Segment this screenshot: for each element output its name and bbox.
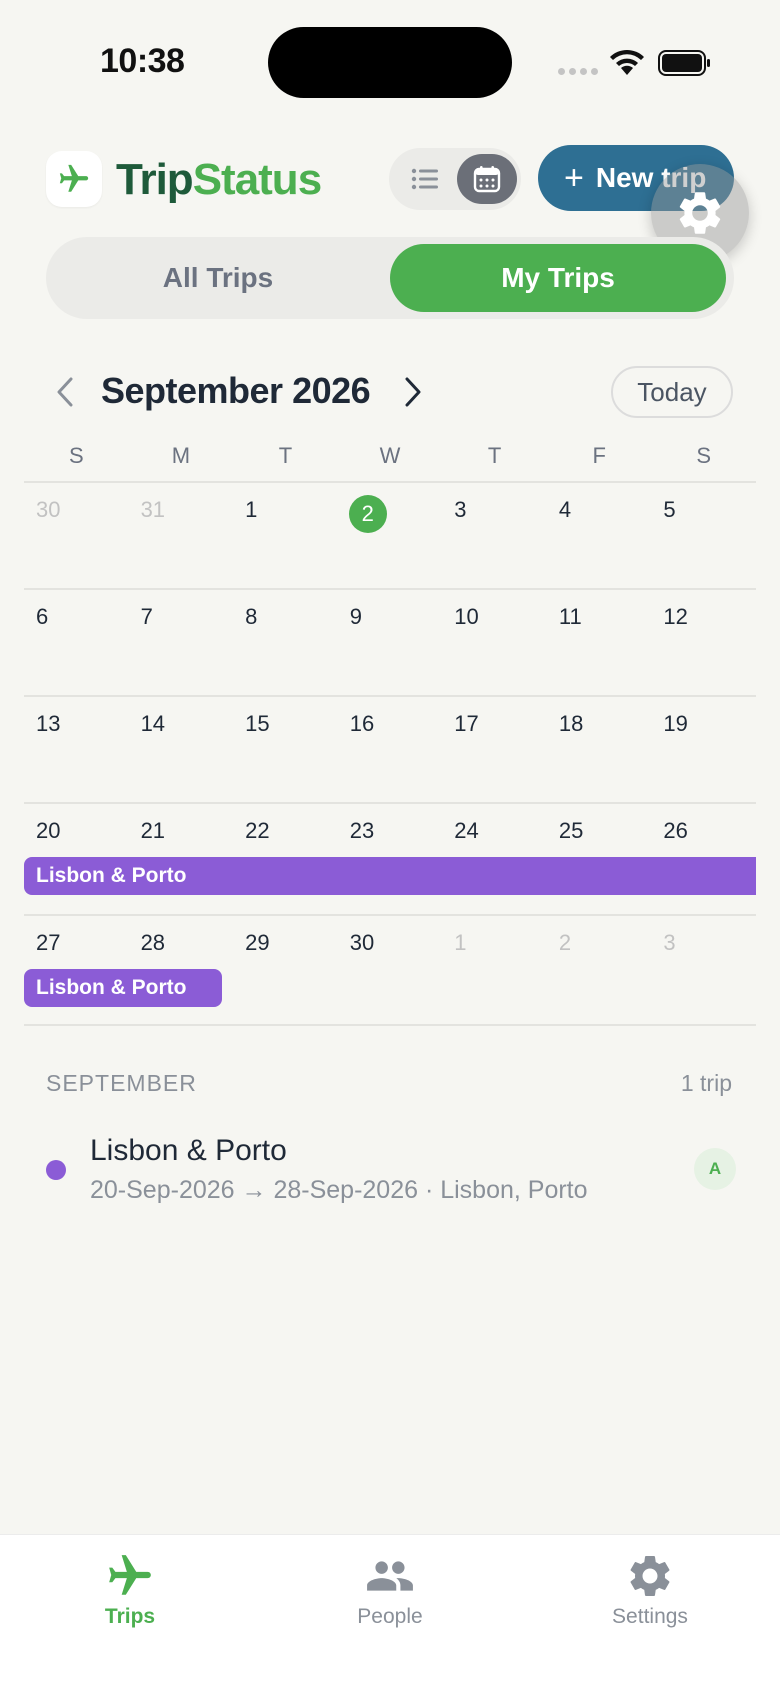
calendar-day[interactable]: 17 xyxy=(454,711,478,737)
tab-all-trips[interactable]: All Trips xyxy=(46,244,390,312)
calendar-day[interactable]: 29 xyxy=(245,930,269,956)
weekday-label: M xyxy=(171,443,191,468)
calendar-day[interactable]: 1 xyxy=(454,930,466,956)
calendar-day[interactable]: 13 xyxy=(36,711,60,737)
tab-trips[interactable]: Trips xyxy=(30,1551,230,1629)
calendar-day[interactable]: 9 xyxy=(350,604,362,630)
calendar-day[interactable]: 16 xyxy=(350,711,374,737)
tab-settings[interactable]: Settings xyxy=(550,1551,750,1629)
app-logo xyxy=(46,151,102,207)
calendar-day[interactable]: 20 xyxy=(36,818,60,844)
section-label: SEPTEMBER xyxy=(46,1070,197,1096)
calendar-day[interactable]: 26 xyxy=(663,818,687,844)
calendar-day[interactable]: 6 xyxy=(36,604,48,630)
calendar-view-button[interactable] xyxy=(457,154,517,204)
section-count: 1 trip xyxy=(680,1070,732,1096)
calendar-day[interactable]: 3 xyxy=(454,497,466,523)
chevron-right-icon[interactable] xyxy=(400,375,426,409)
plus-icon: + xyxy=(564,159,584,197)
calendar-day[interactable]: 19 xyxy=(663,711,687,737)
airplane-icon xyxy=(109,1555,151,1595)
calendar-event-bar[interactable]: Lisbon & Porto xyxy=(24,857,756,895)
weekday-header: SMTWTFS xyxy=(24,443,756,483)
trip-meta: 20-Sep-2026 → 28-Sep-2026 · Lisbon, Port… xyxy=(90,1176,588,1204)
weekday-label: S xyxy=(68,443,84,468)
tab-label: Trips xyxy=(104,1605,156,1628)
calendar-day[interactable]: 27 xyxy=(36,930,60,956)
calendar-event-bar[interactable]: Lisbon & Porto xyxy=(24,969,222,1007)
calendar-day[interactable]: 25 xyxy=(559,818,583,844)
calendar-week-row: 20 21 22 23 24 25 26 Lisbon & Porto xyxy=(24,802,756,914)
wifi-icon xyxy=(610,49,644,75)
calendar-day[interactable]: 11 xyxy=(559,604,582,630)
app-title: TripStatus xyxy=(116,155,322,204)
weekday-label: F xyxy=(592,443,606,468)
calendar-day[interactable]: 4 xyxy=(559,497,571,523)
calendar-day[interactable]: 12 xyxy=(663,604,687,630)
list-view-button[interactable] xyxy=(395,154,455,204)
chevron-left-icon[interactable] xyxy=(52,375,78,409)
calendar-day[interactable]: 1 xyxy=(245,497,257,523)
weekday-label: T xyxy=(487,443,502,468)
people-icon xyxy=(367,1561,413,1591)
gear-icon xyxy=(679,192,721,234)
list-item[interactable]: Lisbon & Porto 20-Sep-2026 → 28-Sep-2026… xyxy=(46,1128,736,1208)
calendar-day[interactable]: 2 xyxy=(559,930,571,956)
trip-color-dot xyxy=(46,1160,66,1180)
today-button[interactable]: Today xyxy=(611,366,733,418)
calendar-grid: 30 31 1 2 3 4 5 6 7 8 9 10 11 12 13 14 15 16 17 18 19 20 21 22 2… xyxy=(24,481,756,1026)
calendar-day[interactable]: 18 xyxy=(559,711,583,737)
calendar-day[interactable]: 31 xyxy=(141,497,165,523)
weekday-label: T xyxy=(278,443,293,468)
calendar-day[interactable]: 22 xyxy=(245,818,269,844)
calendar-day[interactable]: 30 xyxy=(36,497,60,523)
gear-icon xyxy=(630,1556,670,1596)
calendar-week-row: 27 28 29 30 1 2 3 Lisbon & Porto xyxy=(24,914,756,1026)
tab-people[interactable]: People xyxy=(290,1551,490,1629)
tab-bar: Trips People Settings xyxy=(0,1534,780,1695)
trip-name: Lisbon & Porto xyxy=(90,1134,287,1167)
calendar-week-row: 13 14 15 16 17 18 19 xyxy=(24,695,756,802)
calendar-day[interactable]: 28 xyxy=(141,930,165,956)
battery-icon xyxy=(658,50,710,76)
calendar-day-today[interactable]: 2 xyxy=(348,495,387,533)
month-title: September 2026 xyxy=(101,370,371,411)
calendar-day[interactable]: 8 xyxy=(245,604,257,630)
calendar-day[interactable]: 23 xyxy=(350,818,374,844)
calendar-day[interactable]: 10 xyxy=(454,604,478,630)
calendar-icon xyxy=(473,166,501,193)
airplane-icon xyxy=(59,164,89,192)
weekday-label: W xyxy=(379,443,401,468)
calendar-day[interactable]: 3 xyxy=(663,930,675,956)
weekday-label: S xyxy=(696,443,712,468)
tab-label: People xyxy=(357,1605,423,1628)
tab-label: Settings xyxy=(612,1605,688,1628)
calendar-day[interactable]: 14 xyxy=(141,711,165,737)
calendar-day[interactable]: 5 xyxy=(663,497,675,523)
calendar-day[interactable]: 7 xyxy=(141,604,153,630)
status-bar: 10:38 xyxy=(0,0,780,120)
status-time: 10:38 xyxy=(100,42,185,80)
tab-my-trips[interactable]: My Trips xyxy=(390,244,726,312)
view-toggle xyxy=(389,148,521,210)
trip-filter-segmented: All Trips My Trips xyxy=(46,237,734,319)
signal-icon xyxy=(558,68,598,75)
calendar-day[interactable]: 30 xyxy=(350,930,374,956)
list-icon xyxy=(411,168,438,190)
avatar: A xyxy=(694,1148,736,1190)
calendar-day[interactable]: 21 xyxy=(141,818,165,844)
calendar-week-row: 6 7 8 9 10 11 12 xyxy=(24,588,756,695)
calendar-week-row: 30 31 1 2 3 4 5 xyxy=(24,481,756,588)
dynamic-island xyxy=(268,27,512,98)
calendar-day[interactable]: 24 xyxy=(454,818,478,844)
calendar-day[interactable]: 15 xyxy=(245,711,269,737)
